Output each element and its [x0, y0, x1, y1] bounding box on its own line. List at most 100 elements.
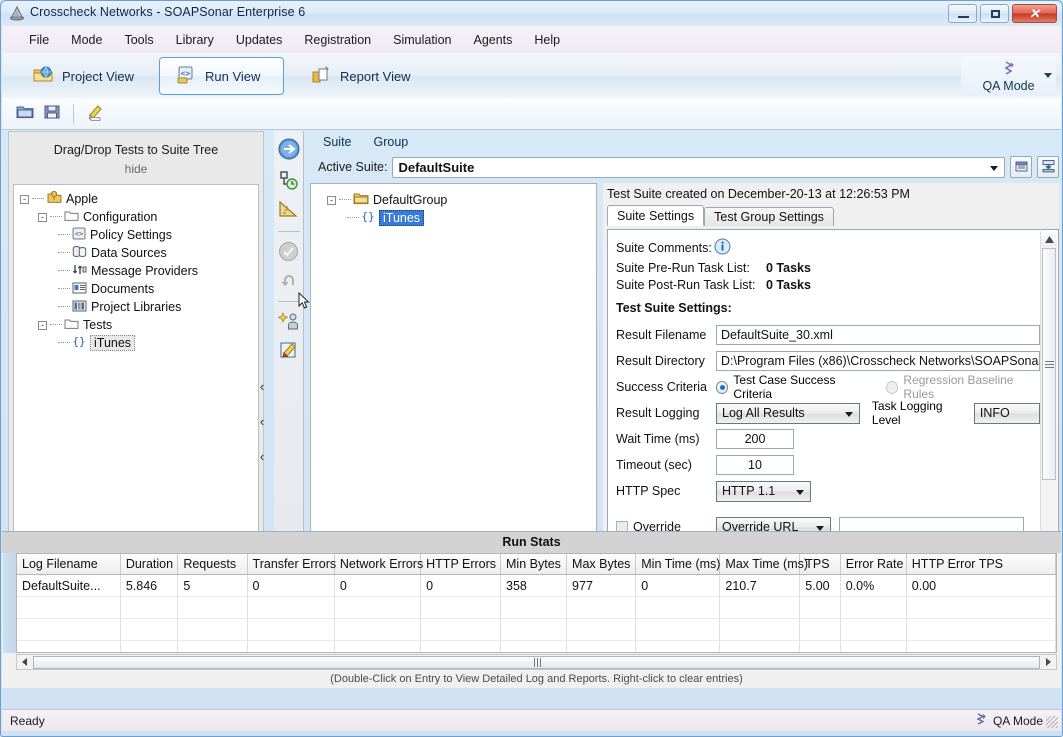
edit-note-icon[interactable] — [279, 340, 299, 363]
tree-item-defaultgroup[interactable]: - DefaultGroup — [317, 191, 596, 209]
wait-time-input[interactable]: 200 — [716, 429, 794, 449]
col-http-error-tps[interactable]: HTTP Error TPS — [906, 554, 1056, 575]
tree-item-itunes-suite[interactable]: {} iTunes — [317, 209, 596, 227]
result-filename-input[interactable]: DefaultSuite_30.xml — [716, 325, 1040, 345]
qa-mode-selector[interactable]: QA Mode — [961, 56, 1056, 96]
run-stats-title: Run Stats — [2, 532, 1061, 553]
tree-item-project-libraries[interactable]: Project Libraries — [18, 298, 258, 316]
radio-test-case-success[interactable] — [716, 380, 729, 394]
result-logging-combo[interactable]: Log All Results — [716, 402, 860, 424]
col-transfer-errors[interactable]: Transfer Errors — [247, 554, 336, 575]
run-stats-gutter — [3, 553, 17, 653]
tree-item-apple[interactable]: - Apple — [18, 190, 258, 208]
expander-icon[interactable]: - — [20, 194, 29, 204]
drag-drop-hint: Drag/Drop Tests to Suite Tree hide — [9, 132, 263, 182]
table-row[interactable] — [17, 596, 1056, 619]
menu-item-mode[interactable]: Mode — [60, 30, 113, 50]
table-row[interactable]: DefaultSuite... 5.846 5 0 0 0 358 977 0 … — [17, 574, 1056, 597]
menu-item-tools[interactable]: Tools — [113, 30, 164, 50]
menu-item-file[interactable]: File — [18, 30, 60, 50]
col-max-time[interactable]: Max Time (ms) — [719, 554, 808, 575]
tree-item-label: Configuration — [83, 210, 158, 224]
result-directory-input[interactable]: D:\Program Files (x86)\Crosscheck Networ… — [716, 351, 1040, 371]
add-task-icon[interactable] — [277, 311, 300, 334]
chevron-down-icon[interactable] — [844, 411, 853, 417]
qa-mode-icon — [974, 712, 988, 729]
tree-item-tests[interactable]: - Tests — [18, 316, 258, 334]
checkmark-circle-icon[interactable] — [278, 241, 299, 265]
tree-item-itunes[interactable]: {} iTunes — [18, 334, 258, 352]
tree-item-documents[interactable]: Documents — [18, 280, 258, 298]
performance-ruler-icon[interactable] — [278, 199, 300, 222]
close-icon: ✕ — [1029, 6, 1040, 21]
tab-project-view[interactable]: Project View — [16, 57, 158, 95]
menu-item-suite[interactable]: Suite — [323, 135, 352, 149]
expander-icon[interactable]: - — [327, 195, 336, 205]
task-logging-level-combo[interactable]: INFO — [973, 402, 1041, 424]
col-requests[interactable]: Requests — [177, 554, 248, 575]
info-icon[interactable] — [714, 238, 731, 258]
tree-item-policy-settings[interactable]: <> Policy Settings — [18, 226, 258, 244]
radio-regression-baseline[interactable] — [885, 380, 899, 394]
expander-icon[interactable]: - — [38, 320, 47, 330]
col-min-bytes[interactable]: Min Bytes — [500, 554, 568, 575]
suite-library-button[interactable] — [1010, 156, 1032, 178]
chevron-down-icon[interactable] — [990, 165, 998, 171]
suite-save-button[interactable] — [1037, 156, 1059, 178]
chevron-down-icon[interactable] — [796, 489, 804, 495]
maximize-button[interactable] — [980, 4, 1009, 23]
menu-item-group[interactable]: Group — [374, 135, 409, 149]
table-row[interactable] — [17, 640, 1056, 652]
tree-item-data-sources[interactable]: Data Sources — [18, 244, 258, 262]
col-network-errors[interactable]: Network Errors — [334, 554, 423, 575]
col-tps[interactable]: TPS — [799, 554, 841, 575]
expander-icon[interactable]: - — [38, 212, 47, 222]
scroll-up-arrow-icon[interactable] — [1041, 231, 1057, 247]
hide-link[interactable]: hide — [9, 162, 263, 176]
open-folder-icon[interactable] — [16, 104, 34, 123]
col-log-filename[interactable]: Log Filename — [17, 554, 121, 575]
col-max-bytes[interactable]: Max Bytes — [566, 554, 637, 575]
hscrollbar-thumb[interactable] — [33, 655, 1040, 669]
active-suite-combo[interactable]: DefaultSuite — [392, 156, 1005, 178]
col-duration[interactable]: Duration — [120, 554, 179, 575]
timeout-row: Timeout (sec) 10 — [616, 452, 1040, 478]
menu-item-simulation[interactable]: Simulation — [382, 30, 462, 50]
tab-test-group-settings[interactable]: Test Group Settings — [704, 207, 834, 226]
collapse-chevron-icon-2[interactable]: ‹ — [260, 414, 264, 429]
table-row[interactable] — [17, 618, 1056, 641]
minimize-button[interactable] — [948, 4, 977, 23]
resize-grip[interactable] — [1046, 716, 1058, 728]
run-arrow-icon[interactable] — [277, 137, 301, 164]
timeout-input[interactable]: 10 — [716, 455, 794, 475]
pencil-icon[interactable] — [87, 103, 105, 124]
scroll-left-arrow-icon[interactable] — [17, 655, 32, 669]
menu-item-library[interactable]: Library — [165, 30, 225, 50]
tree-item-label: iTunes — [90, 335, 136, 351]
schedule-icon[interactable] — [279, 170, 299, 193]
tree-item-message-providers[interactable]: Message Providers — [18, 262, 258, 280]
col-http-errors[interactable]: HTTP Errors — [420, 554, 502, 575]
menu-item-help[interactable]: Help — [523, 30, 571, 50]
chevron-down-icon[interactable] — [816, 525, 824, 531]
collapse-chevron-icon-1[interactable]: ‹ — [260, 379, 264, 394]
scroll-right-arrow-icon[interactable] — [1041, 655, 1056, 669]
col-min-time[interactable]: Min Time (ms) — [635, 554, 720, 575]
close-button[interactable]: ✕ — [1012, 4, 1057, 23]
tab-report-view[interactable]: Report View — [294, 57, 434, 95]
run-stats-hscrollbar[interactable] — [16, 654, 1057, 670]
chevron-down-icon[interactable] — [1044, 73, 1052, 78]
http-spec-combo[interactable]: HTTP 1.1 — [716, 480, 811, 502]
menu-item-agents[interactable]: Agents — [462, 30, 523, 50]
col-error-rate[interactable]: Error Rate — [840, 554, 907, 575]
tab-suite-settings[interactable]: Suite Settings — [607, 205, 705, 226]
save-disk-icon[interactable] — [44, 104, 60, 123]
tab-run-view[interactable]: <> Run View — [159, 57, 284, 95]
collapse-chevron-icon-3[interactable]: ‹ — [260, 449, 264, 464]
tree-item-configuration[interactable]: - Configuration — [18, 208, 258, 226]
undo-arrow-icon[interactable] — [279, 271, 299, 292]
scrollbar-thumb[interactable] — [1042, 248, 1056, 480]
menu-item-registration[interactable]: Registration — [293, 30, 382, 50]
run-stats-table-wrap[interactable]: Log Filename Duration Requests Transfer … — [16, 553, 1057, 653]
menu-item-updates[interactable]: Updates — [225, 30, 294, 50]
